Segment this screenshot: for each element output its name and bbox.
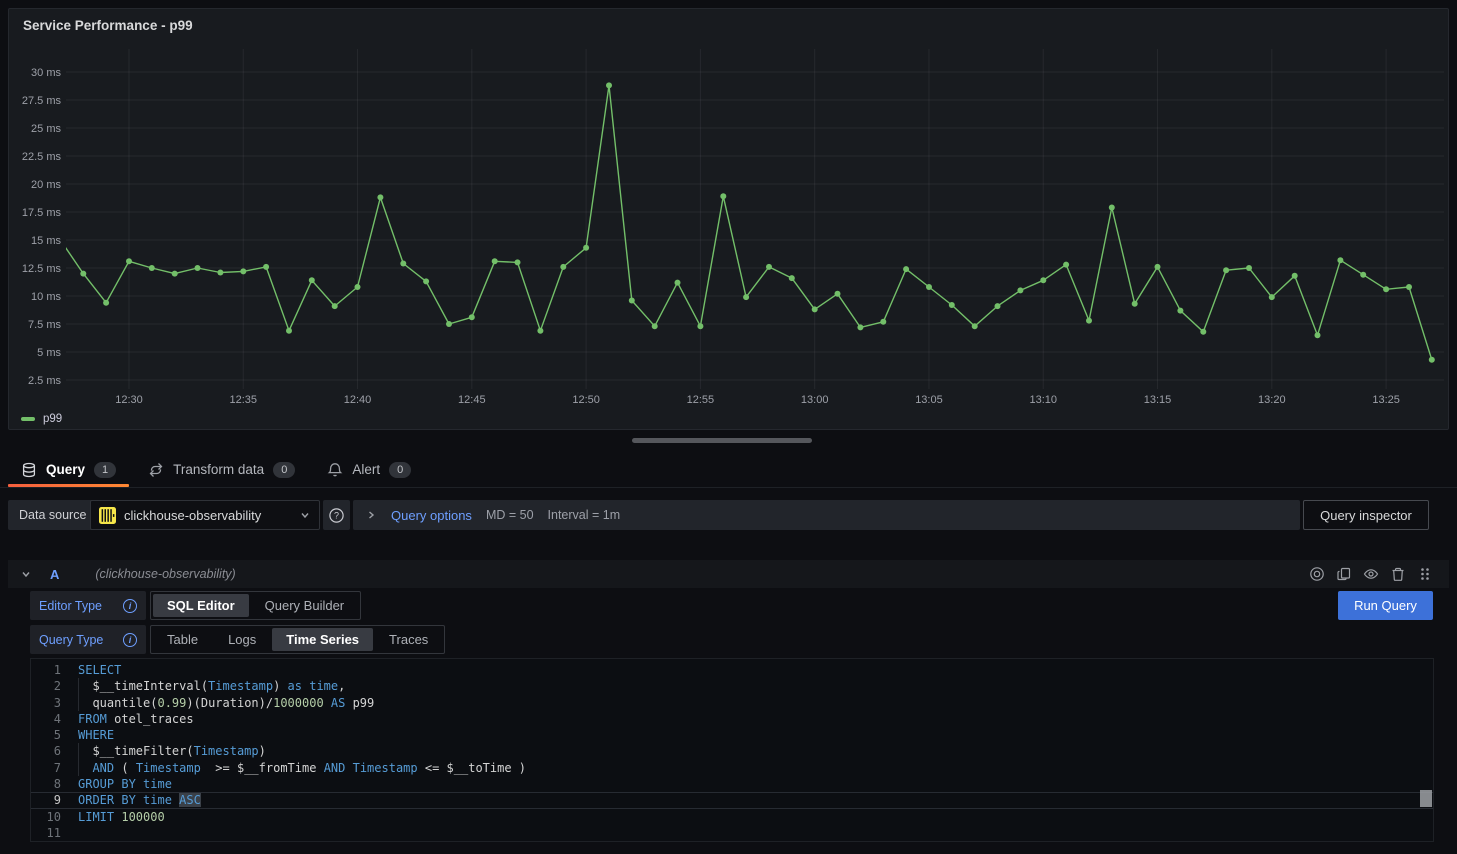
timeseries-panel: Service Performance - p99 2.5 ms 5 ms 7.5 … (8, 8, 1449, 430)
svg-text:5 ms: 5 ms (37, 347, 61, 359)
query-type-label: Query Type i (30, 625, 146, 654)
legend: p99 (21, 413, 62, 425)
query-options-interval: Interval = 1m (548, 508, 621, 522)
remove-query-trash-icon[interactable] (1390, 566, 1406, 582)
duplicate-query-icon[interactable] (1336, 566, 1352, 582)
code-line-3: 3 quantile(0.99)(Duration)/1000000 AS p9… (31, 695, 1433, 711)
horizontal-scrollbar-thumb[interactable] (632, 438, 812, 443)
collapse-chevron-icon[interactable] (20, 568, 32, 580)
query-options-link[interactable]: Query options (391, 508, 472, 523)
code-line-10: 10LIMIT 100000 (31, 809, 1433, 825)
svg-text:13:20: 13:20 (1258, 394, 1286, 406)
svg-text:13:00: 13:00 (801, 394, 829, 406)
tab-query-count: 1 (94, 462, 116, 478)
svg-text:12:30: 12:30 (115, 394, 143, 406)
tab-alert-count: 0 (389, 462, 411, 478)
drag-handle-icon[interactable] (1417, 566, 1433, 582)
query-type-time-series[interactable]: Time Series (272, 628, 373, 651)
svg-text:13:10: 13:10 (1029, 394, 1057, 406)
svg-text:12:40: 12:40 (344, 394, 372, 406)
help-icon: ? (328, 507, 345, 524)
transform-icon (148, 462, 164, 478)
tab-query[interactable]: Query 1 (8, 453, 129, 486)
tab-query-label: Query (46, 462, 85, 477)
query-datasource-hint: (clickhouse-observability) (95, 567, 235, 581)
svg-text:22.5 ms: 22.5 ms (22, 151, 62, 163)
svg-text:7.5 ms: 7.5 ms (28, 319, 62, 331)
svg-text:27.5 ms: 27.5 ms (22, 95, 62, 107)
code-line-4: 4FROM otel_traces (31, 711, 1433, 727)
svg-text:25 ms: 25 ms (31, 123, 61, 135)
editor-type-info-icon[interactable]: i (123, 599, 137, 613)
query-inspector-button[interactable]: Query inspector (1303, 500, 1429, 530)
datasource-picker[interactable]: clickhouse-observability (90, 500, 320, 530)
query-row-actions (1309, 566, 1433, 582)
svg-text:12:35: 12:35 (229, 394, 257, 406)
svg-text:13:25: 13:25 (1372, 394, 1400, 406)
code-line-8: 8GROUP BY time (31, 776, 1433, 792)
code-line-7: 7 AND ( Timestamp >= $__fromTime AND Tim… (31, 760, 1433, 776)
svg-text:30 ms: 30 ms (31, 67, 61, 79)
svg-text:12:55: 12:55 (687, 394, 715, 406)
database-icon (21, 462, 37, 478)
tabs-divider (0, 487, 1457, 488)
chevron-right-icon[interactable] (365, 509, 377, 521)
query-options-md: MD = 50 (486, 508, 534, 522)
hide-response-eye-icon[interactable] (1363, 566, 1379, 582)
tab-alert[interactable]: Alert 0 (314, 453, 424, 486)
run-query-button[interactable]: Run Query (1338, 591, 1433, 620)
svg-text:12.5 ms: 12.5 ms (22, 263, 62, 275)
svg-text:17.5 ms: 17.5 ms (22, 207, 62, 219)
sql-code-editor[interactable]: 1SELECT2 $__timeInterval(Timestamp) as t… (30, 658, 1434, 842)
datasource-label: Data source (8, 500, 97, 530)
editor-type-toggle: SQL Editor Query Builder (150, 591, 361, 620)
query-type-traces[interactable]: Traces (375, 628, 442, 651)
tab-transform-label: Transform data (173, 462, 264, 477)
overview-ruler-marker (1420, 790, 1432, 807)
svg-text:13:05: 13:05 (915, 394, 943, 406)
svg-text:10 ms: 10 ms (31, 291, 61, 303)
query-type-table[interactable]: Table (153, 628, 212, 651)
panel-title: Service Performance - p99 (23, 18, 193, 33)
legend-swatch-p99 (21, 417, 35, 421)
svg-text:20 ms: 20 ms (31, 179, 61, 191)
query-ref-id: A (50, 567, 59, 582)
code-line-6: 6 $__timeFilter(Timestamp) (31, 743, 1433, 759)
editor-type-sql-editor[interactable]: SQL Editor (153, 594, 249, 617)
clickhouse-logo-icon (99, 507, 116, 524)
editor-type-query-builder[interactable]: Query Builder (251, 594, 358, 617)
query-options-bar: Query options MD = 50 Interval = 1m (353, 500, 1300, 530)
chevron-down-icon (299, 509, 311, 521)
query-type-logs[interactable]: Logs (214, 628, 270, 651)
query-row-header[interactable]: A (clickhouse-observability) (8, 560, 1449, 588)
svg-text:13:15: 13:15 (1144, 394, 1172, 406)
datasource-help-button[interactable]: ? (323, 500, 350, 530)
query-type-info-icon[interactable]: i (123, 633, 137, 647)
tab-alert-label: Alert (352, 462, 380, 477)
code-line-11: 11 (31, 825, 1433, 841)
edit-pane-tabs: Query 1 Transform data 0 Alert 0 (8, 453, 424, 486)
svg-text:12:45: 12:45 (458, 394, 486, 406)
code-line-1: 1SELECT (31, 662, 1433, 678)
disable-query-icon[interactable] (1309, 566, 1325, 582)
svg-text:2.5 ms: 2.5 ms (28, 375, 62, 387)
code-line-2: 2 $__timeInterval(Timestamp) as time, (31, 678, 1433, 694)
datasource-value: clickhouse-observability (124, 508, 291, 523)
svg-text:15 ms: 15 ms (31, 235, 61, 247)
query-type-toggle: Table Logs Time Series Traces (150, 625, 445, 654)
bell-icon (327, 462, 343, 478)
tab-transform-count: 0 (273, 462, 295, 478)
tab-transform-data[interactable]: Transform data 0 (135, 453, 308, 486)
svg-text:12:50: 12:50 (572, 394, 600, 406)
editor-type-label: Editor Type i (30, 591, 146, 620)
code-line-5: 5WHERE (31, 727, 1433, 743)
timeseries-chart[interactable]: 2.5 ms 5 ms 7.5 ms 10 ms 12.5 ms 15 ms 17.5 ms… (9, 9, 1448, 429)
svg-text:?: ? (334, 510, 339, 520)
legend-label-p99[interactable]: p99 (43, 413, 62, 425)
code-line-9: 9ORDER BY time ASC (31, 792, 1433, 808)
